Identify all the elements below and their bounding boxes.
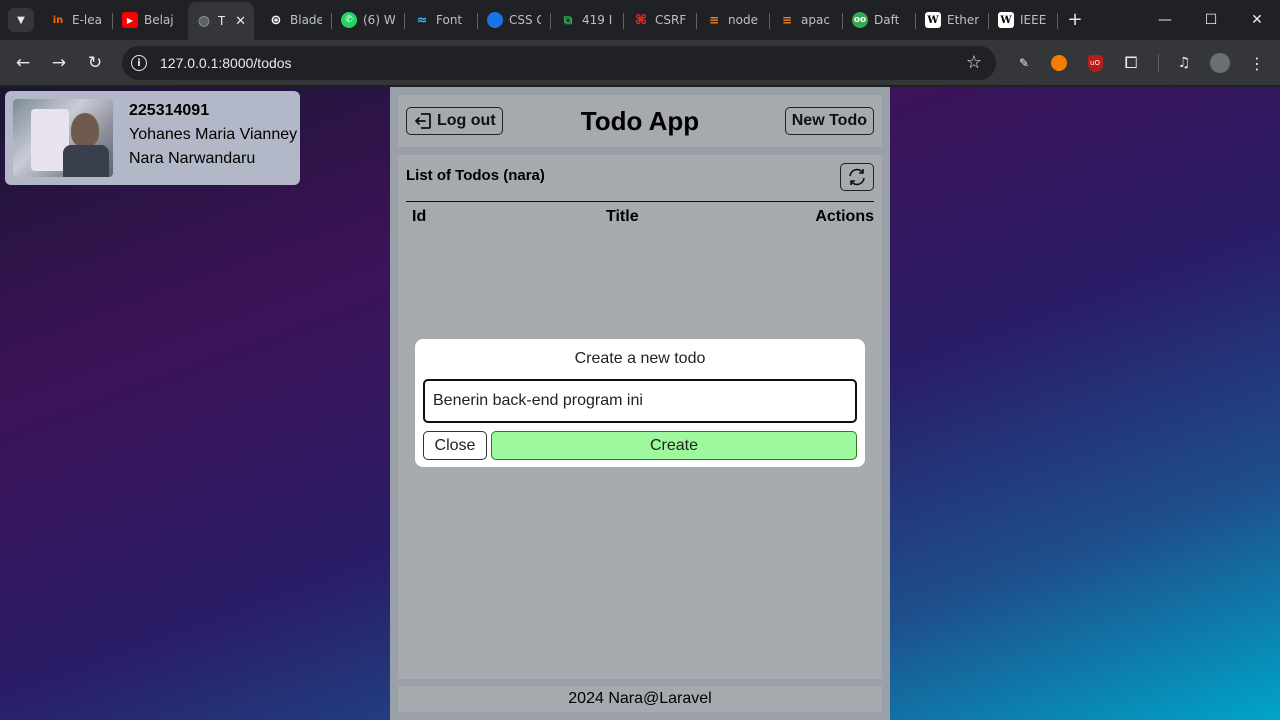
css-icon — [487, 12, 503, 28]
site-info-icon[interactable]: i — [131, 55, 147, 71]
browser-tab-4[interactable]: ✆ (6) W — [333, 6, 403, 34]
profile-avatar-icon[interactable] — [1210, 53, 1230, 73]
forward-arrow-icon[interactable]: → — [46, 50, 72, 76]
tab-separator — [623, 13, 624, 29]
reload-icon[interactable]: ↻ — [82, 50, 108, 76]
toolbar-separator — [1158, 54, 1159, 72]
profile-info: 225314091 Yohanes Maria Vianney Nara Nar… — [129, 99, 297, 171]
extensions-puzzle-icon[interactable]: ⧠ — [1121, 53, 1141, 73]
browser-tab-bar: ▼ in E-lea ▶ Belaj ◍ T ✕ ⊛ Blade ✆ (6) W… — [0, 0, 1280, 40]
wikipedia-icon: W — [998, 12, 1014, 28]
globe-icon: ◍ — [197, 13, 211, 29]
window-close-button[interactable]: ✕ — [1234, 6, 1280, 34]
wikipedia-icon: W — [925, 12, 941, 28]
modal-overlay: Create a new todo Close Create — [390, 87, 890, 720]
status-icon: ⧉ — [563, 12, 573, 27]
page-viewport: 225314091 Yohanes Maria Vianney Nara Nar… — [0, 87, 1280, 720]
browser-tab-7[interactable]: ⧉ 419 I — [552, 6, 622, 34]
tab-separator — [404, 13, 405, 29]
browser-tab-11[interactable]: oo Daft — [844, 6, 914, 34]
browser-tab-6[interactable]: CSS G — [479, 6, 549, 34]
tab-separator — [331, 13, 332, 29]
create-button[interactable]: Create — [491, 431, 857, 460]
todo-title-input[interactable] — [423, 379, 857, 423]
tab-separator — [696, 13, 697, 29]
openai-icon: ⊛ — [270, 12, 282, 28]
stackoverflow-icon: ≡ — [781, 13, 793, 27]
browser-tab-0[interactable]: in E-lea — [42, 6, 112, 34]
tab-separator — [988, 13, 989, 29]
whatsapp-icon: ✆ — [341, 12, 357, 28]
menu-kebab-icon[interactable]: ⋮ — [1247, 53, 1267, 73]
laravel-icon: ⌘ — [634, 12, 648, 28]
minimize-button[interactable]: — — [1142, 6, 1188, 34]
close-tab-icon[interactable]: ✕ — [235, 14, 246, 29]
browser-tab-8[interactable]: ⌘ CSRF — [625, 6, 695, 34]
profile-card: 225314091 Yohanes Maria Vianney Nara Nar… — [5, 91, 300, 185]
media-control-icon[interactable]: ♫ — [1174, 53, 1194, 73]
tab-separator — [1057, 13, 1058, 29]
student-name-line2: Nara Narwandaru — [129, 150, 256, 167]
youtube-icon: ▶ — [122, 12, 138, 28]
tab-separator — [842, 13, 843, 29]
stackoverflow-icon: ≡ — [708, 13, 720, 27]
student-id: 225314091 — [129, 102, 210, 119]
ublock-extension-icon[interactable]: uO — [1085, 53, 1105, 73]
browser-tab-13[interactable]: W IEEE — [990, 6, 1056, 34]
in-logo-icon: in — [52, 14, 64, 26]
browser-toolbar: ← → ↻ i 127.0.0.1:8000/todos ☆ ✎ uO ⧠ ♫ … — [0, 40, 1280, 86]
browser-tab-9[interactable]: ≡ node — [698, 6, 768, 34]
browser-tab-3[interactable]: ⊛ Blade — [260, 6, 330, 34]
close-button[interactable]: Close — [423, 431, 487, 460]
todo-app-panel: Log out Todo App New Todo List of Todos … — [390, 87, 890, 720]
browser-tab-10[interactable]: ≡ apac — [771, 6, 841, 34]
tab-separator — [477, 13, 478, 29]
eyedropper-extension-icon[interactable]: ✎ — [1014, 53, 1034, 73]
back-arrow-icon[interactable]: ← — [10, 50, 36, 76]
bookmark-star-icon[interactable]: ☆ — [966, 52, 982, 73]
avatar — [13, 99, 113, 177]
tab-separator — [550, 13, 551, 29]
tab-separator — [915, 13, 916, 29]
maximize-button[interactable]: ☐ — [1188, 6, 1234, 34]
browser-tab-12[interactable]: W Ether — [917, 6, 987, 34]
new-tab-button[interactable]: + — [1064, 8, 1086, 30]
owl-icon: oo — [852, 12, 868, 28]
orange-extension-icon[interactable] — [1049, 53, 1069, 73]
dialog-title: Create a new todo — [574, 350, 706, 367]
address-bar[interactable]: i 127.0.0.1:8000/todos ☆ — [122, 46, 996, 80]
url-text[interactable]: 127.0.0.1:8000/todos — [160, 55, 292, 71]
browser-tab-5[interactable]: ≈ Font — [406, 6, 476, 34]
student-name-line1: Yohanes Maria Vianney — [129, 126, 298, 143]
tab-search-button[interactable]: ▼ — [8, 8, 34, 32]
browser-tab-active[interactable]: ◍ T ✕ — [188, 2, 254, 40]
browser-tab-1[interactable]: ▶ Belaj — [114, 6, 184, 34]
create-todo-dialog: Create a new todo Close Create — [415, 339, 865, 467]
tab-separator — [112, 13, 113, 29]
tailwind-icon: ≈ — [416, 12, 428, 28]
tab-separator — [769, 13, 770, 29]
